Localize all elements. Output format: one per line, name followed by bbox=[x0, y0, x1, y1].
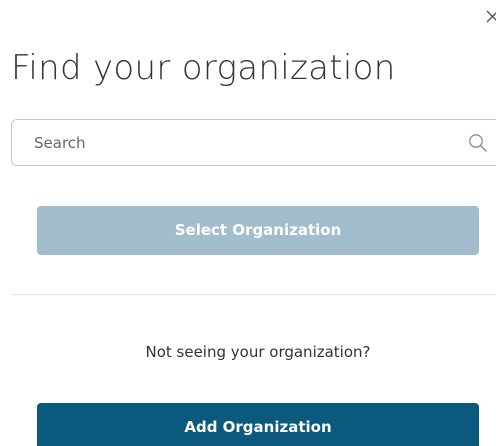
select-organization-button[interactable]: Select Organization bbox=[37, 206, 479, 255]
close-icon[interactable] bbox=[484, 6, 496, 26]
add-organization-button[interactable]: Add Organization bbox=[37, 403, 479, 446]
find-organization-dialog: Find your organization Select Organizati… bbox=[0, 0, 496, 446]
not-seeing-organization-text: Not seeing your organization? bbox=[145, 343, 371, 361]
search-box bbox=[11, 119, 496, 166]
divider bbox=[11, 294, 496, 295]
search-icon[interactable] bbox=[468, 133, 488, 153]
search-input[interactable] bbox=[12, 120, 452, 165]
dialog-title: Find your organization bbox=[11, 48, 396, 88]
